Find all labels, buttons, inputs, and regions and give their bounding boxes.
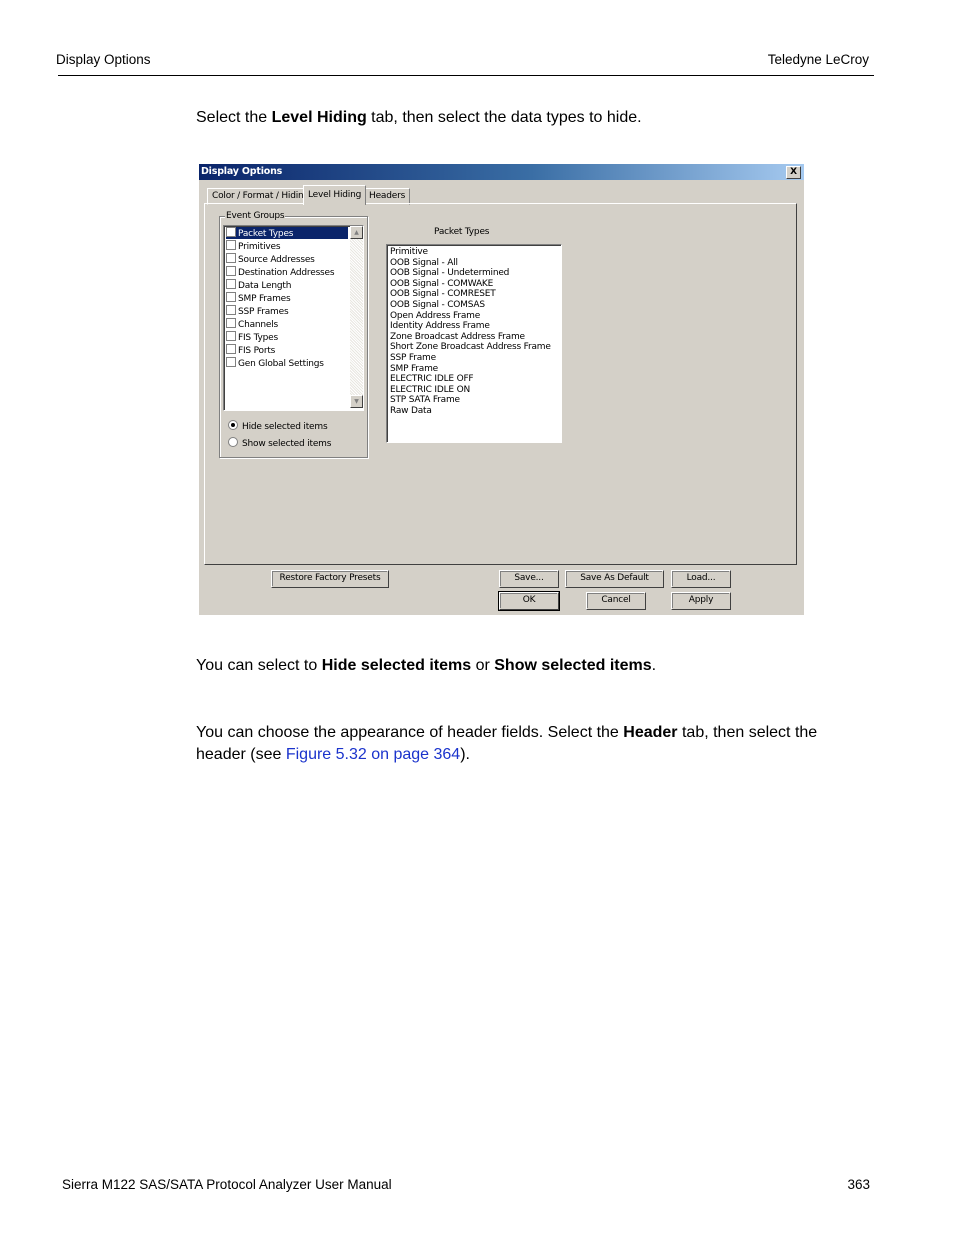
list-item[interactable]: Source Addresses xyxy=(226,253,348,265)
list-item[interactable]: Primitive xyxy=(390,247,428,258)
header-divider xyxy=(58,75,874,76)
para-text: You can select to xyxy=(196,657,322,674)
cancel-button[interactable]: Cancel xyxy=(586,592,646,610)
display-options-dialog: Display Options X Color / Format / Hidin… xyxy=(199,164,804,615)
list-item-label: Gen Global Settings xyxy=(238,359,324,369)
list-item[interactable]: OOB Signal - COMSAS xyxy=(390,300,485,311)
checkbox[interactable] xyxy=(226,331,236,341)
event-groups-list[interactable]: Packet Types Primitives Source Addresses… xyxy=(223,225,364,411)
intro-bold: Level Hiding xyxy=(271,109,367,126)
list-item[interactable]: SSP Frames xyxy=(226,305,348,317)
footer-manual-title: Sierra M122 SAS/SATA Protocol Analyzer U… xyxy=(62,1177,392,1192)
list-item-label: Source Addresses xyxy=(238,255,315,265)
list-item[interactable]: Packet Types xyxy=(226,227,348,239)
checkbox[interactable] xyxy=(226,318,236,328)
intro-paragraph: Select the Level Hiding tab, then select… xyxy=(196,107,866,129)
list-item-label: SMP Frames xyxy=(238,294,291,304)
para-text: ). xyxy=(460,746,470,763)
scroll-up-icon[interactable]: ▲ xyxy=(350,226,363,239)
list-item[interactable]: Open Address Frame xyxy=(390,311,480,322)
para-bold: Show selected items xyxy=(494,657,652,674)
list-item-label: FIS Ports xyxy=(238,346,276,356)
load-button[interactable]: Load... xyxy=(671,570,731,588)
list-item[interactable]: ELECTRIC IDLE OFF xyxy=(390,374,474,385)
vertical-scrollbar[interactable]: ▲ ▼ xyxy=(350,226,363,408)
radio-off-icon[interactable] xyxy=(228,437,238,447)
hide-selected-radio[interactable]: Hide selected items xyxy=(228,420,328,432)
list-item[interactable]: Identity Address Frame xyxy=(390,321,490,332)
list-item[interactable]: OOB Signal - COMRESET xyxy=(390,289,496,300)
list-item[interactable]: Short Zone Broadcast Address Frame xyxy=(390,342,551,353)
list-item[interactable]: Zone Broadcast Address Frame xyxy=(390,332,525,343)
checkbox[interactable] xyxy=(226,357,236,367)
list-item-label: SSP Frames xyxy=(238,307,289,317)
para-text: . xyxy=(651,657,657,674)
checkbox[interactable] xyxy=(226,344,236,354)
para-text: or xyxy=(471,657,495,674)
list-item[interactable]: Channels xyxy=(226,318,348,330)
packet-types-list[interactable]: Primitive OOB Signal - All OOB Signal - … xyxy=(386,244,562,443)
list-item[interactable]: STP SATA Frame xyxy=(390,395,460,406)
radio-label: Show selected items xyxy=(242,439,332,449)
restore-factory-presets-button[interactable]: Restore Factory Presets xyxy=(271,570,389,588)
list-item[interactable]: SMP Frame xyxy=(390,364,438,375)
list-item[interactable]: Primitives xyxy=(226,240,348,252)
close-icon[interactable]: X xyxy=(786,166,801,179)
figure-link[interactable]: Figure 5.32 on page 364 xyxy=(286,746,460,763)
list-item[interactable]: OOB Signal - All xyxy=(390,258,458,269)
tab-level-hiding[interactable]: Level Hiding xyxy=(303,185,367,205)
scroll-down-icon[interactable]: ▼ xyxy=(350,395,363,408)
checkbox[interactable] xyxy=(226,305,236,315)
list-item[interactable]: SMP Frames xyxy=(226,292,348,304)
para-bold: Hide selected items xyxy=(321,657,472,674)
event-groups-label: Event Groups xyxy=(225,211,286,221)
list-item[interactable]: Raw Data xyxy=(390,406,432,417)
header-paragraph: You can choose the appearance of header … xyxy=(196,722,866,766)
para-bold: Header xyxy=(623,724,678,741)
list-item-label: Channels xyxy=(238,320,279,330)
checkbox[interactable] xyxy=(226,266,236,276)
hide-show-paragraph: You can select to Hide selected items or… xyxy=(196,655,866,677)
list-item-label: Data Length xyxy=(238,281,292,291)
checkbox[interactable] xyxy=(226,279,236,289)
save-button[interactable]: Save... xyxy=(499,570,559,588)
footer-page-number: 363 xyxy=(847,1177,870,1192)
ok-button[interactable]: OK xyxy=(498,591,560,611)
checkbox[interactable] xyxy=(226,227,236,237)
list-item-label: Primitives xyxy=(238,242,281,252)
list-item-label: Packet Types xyxy=(238,229,294,239)
running-header-brand: Teledyne LeCroy xyxy=(767,52,869,67)
list-item[interactable]: SSP Frame xyxy=(390,353,436,364)
show-selected-radio[interactable]: Show selected items xyxy=(228,437,331,449)
intro-text: Select the xyxy=(196,109,272,126)
checkbox[interactable] xyxy=(226,292,236,302)
apply-button[interactable]: Apply xyxy=(671,592,731,610)
para-text: You can choose the appearance of header … xyxy=(196,724,624,741)
dialog-title: Display Options xyxy=(201,166,283,177)
intro-text-end: tab, then select the data types to hide. xyxy=(366,109,642,126)
list-item[interactable]: OOB Signal - Undetermined xyxy=(390,268,509,279)
list-item[interactable]: FIS Ports xyxy=(226,344,348,356)
save-as-default-button[interactable]: Save As Default xyxy=(565,570,664,588)
list-item[interactable]: ELECTRIC IDLE ON xyxy=(390,385,470,396)
list-item-label: FIS Types xyxy=(238,333,278,343)
list-item[interactable]: Data Length xyxy=(226,279,348,291)
running-header-section: Display Options xyxy=(56,52,151,67)
list-item[interactable]: Gen Global Settings xyxy=(226,357,348,369)
checkbox[interactable] xyxy=(226,240,236,250)
radio-label: Hide selected items xyxy=(242,422,328,432)
checkbox[interactable] xyxy=(226,253,236,263)
list-item[interactable]: OOB Signal - COMWAKE xyxy=(390,279,493,290)
radio-on-icon[interactable] xyxy=(228,420,238,430)
packet-types-label: Packet Types xyxy=(434,227,490,237)
list-item-label: Destination Addresses xyxy=(238,268,335,278)
dialog-titlebar: Display Options X xyxy=(199,164,804,180)
list-item[interactable]: FIS Types xyxy=(226,331,348,343)
list-item[interactable]: Destination Addresses xyxy=(226,266,348,278)
